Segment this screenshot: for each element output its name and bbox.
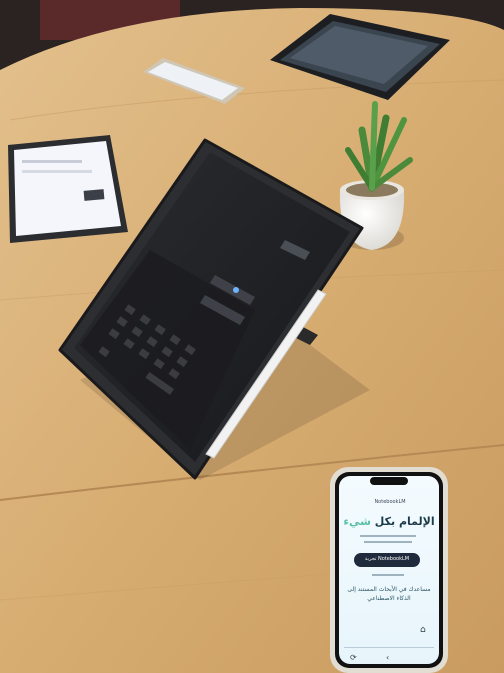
headline-highlight: شيء	[343, 515, 371, 528]
tablet-left	[8, 135, 128, 243]
phone-front: ⌂ ⟳ ‹	[330, 467, 448, 673]
phone-cta-button[interactable]: تجربة NotebookLM	[354, 556, 420, 562]
svg-text:⟳: ⟳	[350, 653, 357, 662]
phone-tagline: مساعدك في الأبحاث المستند إلى الذكاء الا…	[347, 586, 431, 602]
svg-text:⌂: ⌂	[420, 625, 426, 635]
photo-scene: ⌂ ⟳ ‹ NotebookLM الإلمام بكل شيء تجربة N…	[0, 0, 504, 673]
dynamic-island	[370, 477, 408, 485]
phone-headline: الإلمام بكل شيء	[343, 515, 435, 528]
headline-part1: الإلمام بكل	[374, 515, 435, 528]
phone-brand: NotebookLM	[374, 499, 406, 505]
svg-text:‹: ‹	[386, 653, 389, 662]
